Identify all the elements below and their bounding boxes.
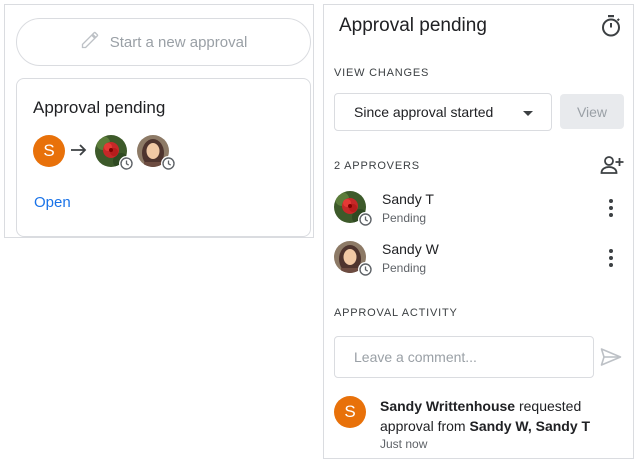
approver-status: Pending [382,211,427,225]
view-button[interactable]: View [560,94,624,129]
approvers-label: 2 APPROVERS [334,160,420,172]
clock-icon [119,156,134,171]
approval-card: Approval pending S Open [16,78,311,237]
approver-row-sandy-t: Sandy T Pending [334,189,624,229]
activity-timestamp: Just now [380,437,428,451]
more-vert-icon[interactable] [608,249,614,267]
clock-icon [161,156,176,171]
comment-input[interactable] [334,336,594,378]
changes-range-select[interactable]: Since approval started [334,93,552,131]
activity-actor: Sandy Writtenhouse [380,398,516,414]
view-changes-label: VIEW CHANGES [334,67,430,79]
pencil-icon [80,30,100,54]
caret-down-icon [523,111,533,116]
timer-icon[interactable] [600,14,622,43]
approver-avatar-sandy-w [137,135,176,171]
open-link[interactable]: Open [34,194,71,211]
add-person-icon[interactable] [600,155,624,180]
start-new-approval-label: Start a new approval [109,33,248,51]
approval-widget-panel: Start a new approval Approval pending S [4,4,314,238]
approver-name: Sandy W [382,241,439,257]
approver-avatar-sandy-t [95,135,134,171]
activity-entry-text: Sandy Writtenhouse requested approval fr… [380,396,620,436]
approver-status: Pending [382,261,427,275]
activity-targets: Sandy W, Sandy T [469,418,591,434]
start-new-approval-button[interactable]: Start a new approval [16,18,311,66]
activity-avatar: S [334,396,366,428]
approver-avatar [334,191,373,227]
approver-avatar [334,241,373,277]
approval-activity-label: APPROVAL ACTIVITY [334,307,458,319]
panel-title: Approval pending [339,15,487,36]
select-value: Since approval started [354,104,494,120]
clock-icon [358,262,373,277]
more-vert-icon[interactable] [608,199,614,217]
approver-row-sandy-w: Sandy W Pending [334,239,624,279]
approver-name: Sandy T [382,191,434,207]
clock-icon [358,212,373,227]
arrow-right-icon [70,141,88,162]
approval-details-panel: Approval pending VIEW CHANGES Since appr… [323,4,634,459]
card-title: Approval pending [33,98,166,117]
requester-avatar: S [33,135,65,167]
send-icon[interactable] [600,347,622,372]
